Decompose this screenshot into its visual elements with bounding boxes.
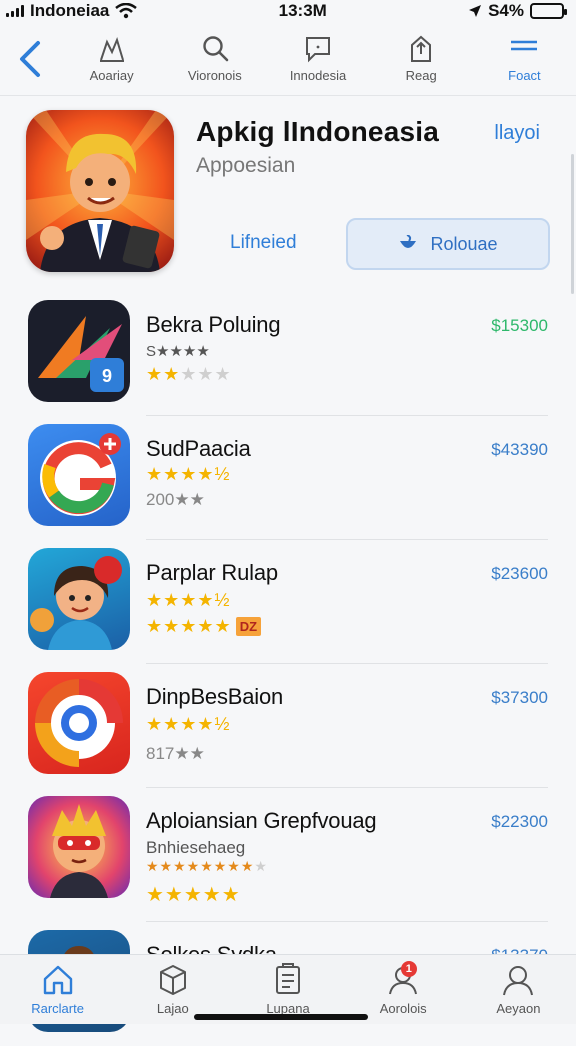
rating-row-small: ★★★★★★★★★ [146,858,268,875]
app-name: Parplar Rulap [146,560,278,586]
rating-stars: ★★★★★ [146,364,232,385]
rating-row-secondary: ★★★★★ DZ [146,616,261,637]
nav-label: Aoariay [90,68,134,83]
rating-stars: ★★★★★ [146,616,232,637]
girl-character-icon [28,548,130,650]
status-left: Indoneiaa [6,1,137,21]
list-item[interactable]: Parplar Rulap $23600 ★★★★½ ★★★★★ DZ [0,540,576,664]
featured-app-icon[interactable] [26,110,174,272]
location-icon [468,4,482,18]
rating-row: ★★★★½ [146,714,231,735]
app-icon [28,796,130,898]
notification-badge: 1 [401,961,417,977]
app-price[interactable]: $37300 [491,688,548,708]
list-item[interactable]: 9 Bekra Poluing $15300 S★★★★ ★★★★★ [0,292,576,416]
home-icon [41,963,75,997]
app-icon [28,424,130,526]
back-button[interactable] [0,40,60,78]
list-item[interactable]: DinpBesBaion $37300 ★★★★½ 817★★ [0,664,576,788]
carrier-label: Indoneiaa [30,1,109,21]
rating-row: ★★★★½ [146,464,231,485]
nav-item-share[interactable]: Reag [370,34,473,83]
nav-item-activity[interactable]: Aoariay [60,34,163,83]
tab-label: Aeyaon [496,1001,540,1016]
chevron-left-icon [18,40,42,78]
primary-action-label: Rolouae [430,234,497,255]
masked-hero-icon [28,796,130,898]
circle-logo-icon [28,672,130,774]
rating-row: ★★★★★ [146,882,241,907]
featured-app: Apkig lIndoneasia llayoi Appoesian Lifne… [20,104,556,280]
app-price[interactable]: $15300 [491,316,548,336]
rating-stars: ★★★★★ [146,882,241,907]
list-item[interactable]: SudPaacia $43390 ★★★★½ 200★★ [0,416,576,540]
nav-label: Reag [406,68,437,83]
featured-app-title: Apkig lIndoneasia [196,116,439,148]
tab-label: Aorolois [380,1001,427,1016]
document-icon [271,963,305,997]
menu-icon [509,34,539,64]
review-count-row: 200★★ [146,490,205,510]
scrollbar[interactable] [571,154,574,294]
nav-label: Vioronois [188,68,242,83]
battery-percent: S4% [488,1,524,21]
rating-stars: ★★★★½ [146,714,231,734]
profile-icon [501,963,535,997]
status-right: S4% [468,1,564,21]
home-indicator[interactable] [194,1014,368,1020]
secondary-action-button[interactable]: Lifneied [230,232,297,254]
search-icon [200,34,230,64]
businessman-character-icon [26,110,174,272]
review-count: 817★★ [146,744,205,764]
drop-icon [398,235,418,253]
clock: 13:3M [279,1,327,21]
nav-item-messages[interactable]: Innodesia [266,34,369,83]
activity-icon [97,34,127,64]
app-name: Aploiansian Grepfvouag [146,808,376,834]
svg-text:9: 9 [102,366,112,386]
tag-badge: DZ [236,617,261,636]
top-navigation: Aoariay Vioronois Innodesia Reag Foact [0,22,576,96]
rating-stars: ★★★★½ [146,464,231,484]
app-price[interactable]: $23600 [491,564,548,584]
tab-profile[interactable]: Aeyaon [461,955,576,1024]
app-icon: 9 [28,300,130,402]
app-price[interactable]: $22300 [491,812,548,832]
app-price[interactable]: $43390 [491,440,548,460]
box-icon [156,963,190,997]
featured-app-subtitle: Appoesian [196,154,295,178]
signal-icon [6,5,24,17]
share-icon [406,34,436,64]
rating-row: ★★★★★ [146,364,232,385]
rating-row: ★★★★½ [146,590,231,611]
nav-label: Foact [508,68,541,83]
nav-label: Innodesia [290,68,346,83]
status-bar: Indoneiaa 13:3M S4% [0,0,576,22]
app-name: Bekra Poluing [146,312,280,338]
app-icon [28,548,130,650]
rating-stars: ★★★★★★★★★ [146,858,268,875]
tab-label: Lajao [157,1001,189,1016]
message-icon [303,34,333,64]
app-subtitle: S★★★★ [146,342,210,360]
featured-app-link[interactable]: llayoi [494,122,540,145]
arrow-logo-icon: 9 [28,300,130,402]
battery-icon [530,3,564,19]
app-name: SudPaacia [146,436,251,462]
wifi-icon [115,3,137,19]
app-icon [28,672,130,774]
nav-item-menu[interactable]: Foact [473,34,576,83]
rating-stars: ★★★★½ [146,590,231,610]
app-name: DinpBesBaion [146,684,283,710]
review-count: 200★★ [146,490,205,510]
nav-item-search[interactable]: Vioronois [163,34,266,83]
app-list: 9 Bekra Poluing $15300 S★★★★ ★★★★★ SudPa… [0,292,576,1046]
review-count-row: 817★★ [146,744,205,764]
list-item[interactable]: Aploiansian Grepfvouag $22300 Bnhiesehae… [0,788,576,922]
tab-label: Rarclarte [31,1001,84,1016]
tab-home[interactable]: Rarclarte [0,955,115,1024]
g-logo-icon [28,424,130,526]
app-subtitle: Bnhiesehaeg [146,838,245,858]
primary-action-button[interactable]: Rolouae [346,218,550,270]
